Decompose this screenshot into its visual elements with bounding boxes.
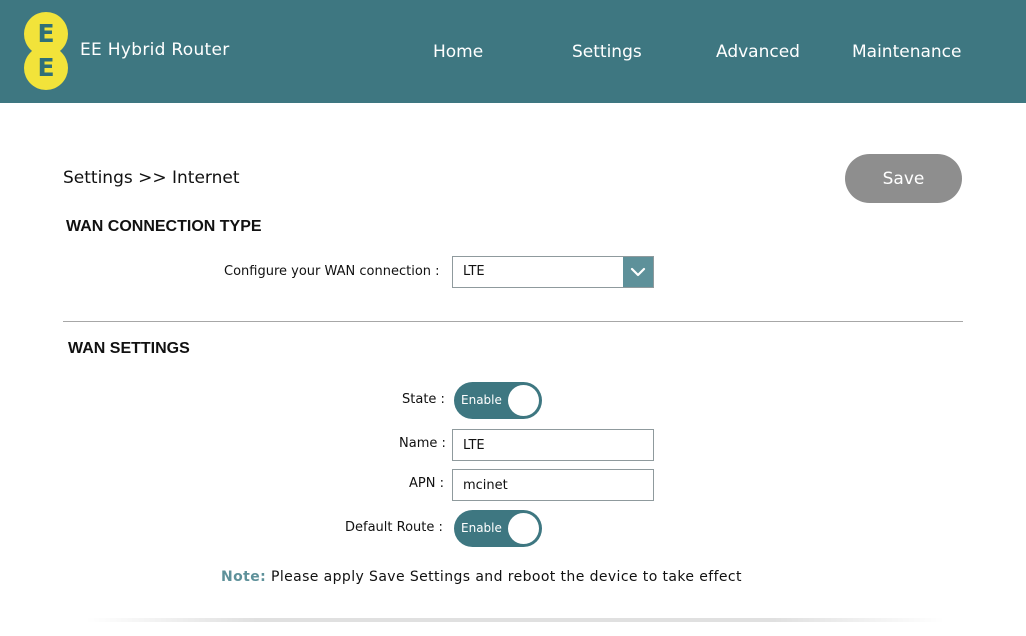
name-label: Name :: [399, 436, 446, 451]
wan-connection-selected-value: LTE: [463, 264, 485, 279]
nav-maintenance[interactable]: Maintenance: [852, 42, 961, 62]
wan-connection-select[interactable]: LTE: [452, 256, 654, 288]
apn-label: APN :: [409, 476, 444, 491]
state-label: State :: [402, 392, 445, 407]
chevron-down-icon: [630, 267, 646, 277]
default-route-toggle-knob: [508, 513, 539, 544]
apn-input[interactable]: [452, 469, 654, 501]
note-text: Note: Please apply Save Settings and reb…: [221, 569, 742, 585]
nav-home[interactable]: Home: [433, 42, 483, 62]
header-bar: E E EE Hybrid Router Home Settings Advan…: [0, 0, 1026, 103]
bottom-shadow-divider: [85, 618, 945, 622]
save-button[interactable]: Save: [845, 154, 962, 203]
wan-settings-title: WAN SETTINGS: [68, 340, 190, 357]
state-toggle-knob: [508, 385, 539, 416]
nav-advanced[interactable]: Advanced: [716, 42, 800, 62]
wan-connection-type-title: WAN CONNECTION TYPE: [66, 218, 262, 235]
nav-settings[interactable]: Settings: [572, 42, 642, 62]
main-nav: Home Settings Advanced Maintenance: [0, 42, 1026, 66]
page: E E EE Hybrid Router Home Settings Advan…: [0, 0, 1026, 636]
state-toggle[interactable]: Enable: [454, 382, 542, 419]
name-input[interactable]: [452, 429, 654, 461]
default-route-toggle-label: Enable: [461, 521, 502, 535]
select-arrow-button[interactable]: [623, 257, 653, 287]
note-message: Please apply Save Settings and reboot th…: [270, 569, 742, 585]
default-route-label: Default Route :: [345, 520, 443, 535]
state-toggle-label: Enable: [461, 393, 502, 407]
note-key: Note:: [221, 569, 267, 585]
default-route-toggle[interactable]: Enable: [454, 510, 542, 547]
section-divider: [63, 321, 963, 322]
breadcrumb: Settings >> Internet: [63, 168, 240, 188]
configure-wan-label: Configure your WAN connection :: [224, 264, 440, 279]
